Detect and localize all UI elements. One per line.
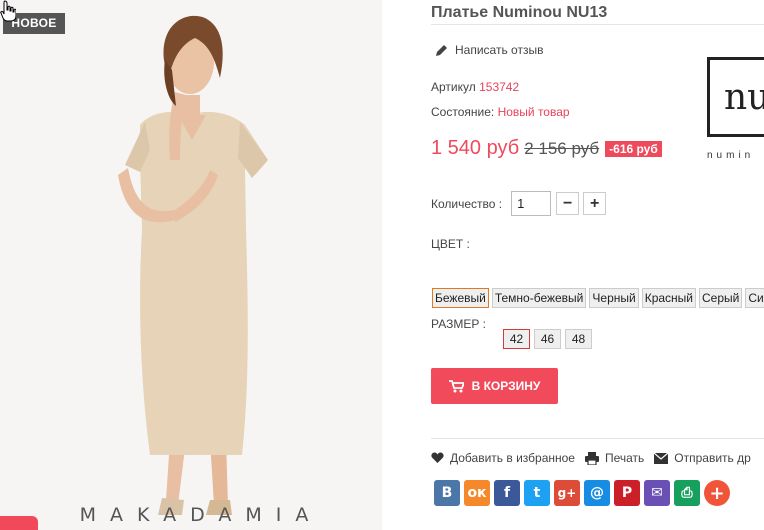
product-actions: Добавить в избранное Печать Отправить др bbox=[431, 451, 761, 465]
add-to-cart-button[interactable]: В КОРЗИНУ bbox=[431, 368, 558, 404]
color-option-beige[interactable]: Бежевый bbox=[432, 288, 489, 308]
heart-icon bbox=[431, 452, 444, 463]
twitter-icon[interactable]: t bbox=[524, 480, 550, 506]
mail-ru-icon[interactable]: @ bbox=[584, 480, 610, 506]
quantity-input[interactable] bbox=[511, 191, 552, 216]
sku-row: Артикул 153742 bbox=[431, 80, 519, 94]
add-to-cart-label: В КОРЗИНУ bbox=[471, 379, 541, 393]
size-options: 42 46 48 bbox=[503, 329, 592, 349]
quantity-label: Количество : bbox=[431, 196, 503, 211]
quantity-plus-button[interactable]: + bbox=[583, 192, 607, 215]
facebook-icon[interactable]: f bbox=[494, 480, 520, 506]
size-option-42[interactable]: 42 bbox=[503, 329, 530, 349]
cart-icon bbox=[448, 379, 464, 392]
condition-row: Состояние: Новый товар bbox=[431, 105, 570, 119]
price-old: 2 156 руб bbox=[524, 138, 600, 158]
odnoklassniki-icon[interactable]: ок bbox=[464, 480, 490, 506]
quantity-minus-button[interactable]: − bbox=[556, 192, 580, 215]
dress-model-illustration bbox=[0, 0, 382, 530]
color-label: ЦВЕТ : bbox=[431, 237, 470, 251]
email-icon[interactable]: ✉ bbox=[644, 480, 670, 506]
write-review-link[interactable]: Написать отзыв bbox=[435, 43, 543, 57]
product-title: Платье Numinou NU13 bbox=[431, 4, 608, 21]
printer-icon bbox=[584, 451, 599, 465]
price-row: 1 540 руб 2 156 руб -616 руб bbox=[431, 137, 662, 160]
print-share-icon[interactable]: ⎙ bbox=[674, 480, 700, 506]
google-plus-icon[interactable]: g+ bbox=[554, 480, 580, 506]
color-option-grey[interactable]: Серый bbox=[699, 288, 743, 308]
pinterest-icon[interactable]: P bbox=[614, 480, 640, 506]
corner-tab[interactable] bbox=[0, 516, 38, 530]
envelope-icon bbox=[654, 452, 669, 464]
brand-logo-subtitle: numin bbox=[707, 150, 755, 161]
color-option-dark-beige[interactable]: Темно-бежевый bbox=[491, 288, 587, 308]
condition-value: Новый товар bbox=[497, 105, 570, 119]
size-option-48[interactable]: 48 bbox=[565, 329, 592, 349]
print-label: Печать bbox=[604, 451, 645, 465]
size-option-46[interactable]: 46 bbox=[534, 329, 561, 349]
product-photo[interactable]: НОВОЕ MAKADAMIA bbox=[0, 0, 382, 530]
social-share-bar: В ок f t g+ @ P ✉ ⎙ + bbox=[434, 480, 730, 506]
add-to-wishlist-label: Добавить в избранное bbox=[450, 451, 575, 465]
divider bbox=[431, 438, 764, 439]
discount-badge: -616 руб bbox=[605, 140, 662, 157]
write-review-label: Написать отзыв bbox=[455, 43, 544, 57]
send-to-friend-link[interactable]: Отправить др bbox=[654, 451, 751, 465]
color-option-blue[interactable]: Си bbox=[745, 288, 764, 308]
hand-cursor-icon bbox=[0, 0, 16, 22]
sku-value: 153742 bbox=[479, 80, 520, 94]
quantity-row: Количество : − + bbox=[431, 191, 607, 216]
divider bbox=[431, 24, 764, 25]
more-icon[interactable]: + bbox=[704, 480, 730, 506]
add-to-wishlist-link[interactable]: Добавить в избранное bbox=[431, 451, 575, 465]
photo-brand-watermark: MAKADAMIA bbox=[79, 504, 323, 526]
pencil-icon bbox=[436, 44, 447, 56]
condition-label: Состояние: bbox=[431, 105, 495, 119]
print-link[interactable]: Печать bbox=[584, 451, 645, 465]
send-to-friend-label: Отправить др bbox=[674, 451, 751, 465]
price-current: 1 540 руб bbox=[431, 137, 520, 159]
color-options: Бежевый Темно-бежевый Черный Красный Сер… bbox=[432, 288, 764, 308]
vk-icon[interactable]: В bbox=[434, 480, 460, 506]
sku-label: Артикул bbox=[431, 80, 476, 94]
size-label: РАЗМЕР : bbox=[431, 317, 486, 331]
brand-logo[interactable]: nu bbox=[707, 57, 764, 137]
color-option-red[interactable]: Красный bbox=[641, 288, 696, 308]
color-option-black[interactable]: Черный bbox=[589, 288, 639, 308]
